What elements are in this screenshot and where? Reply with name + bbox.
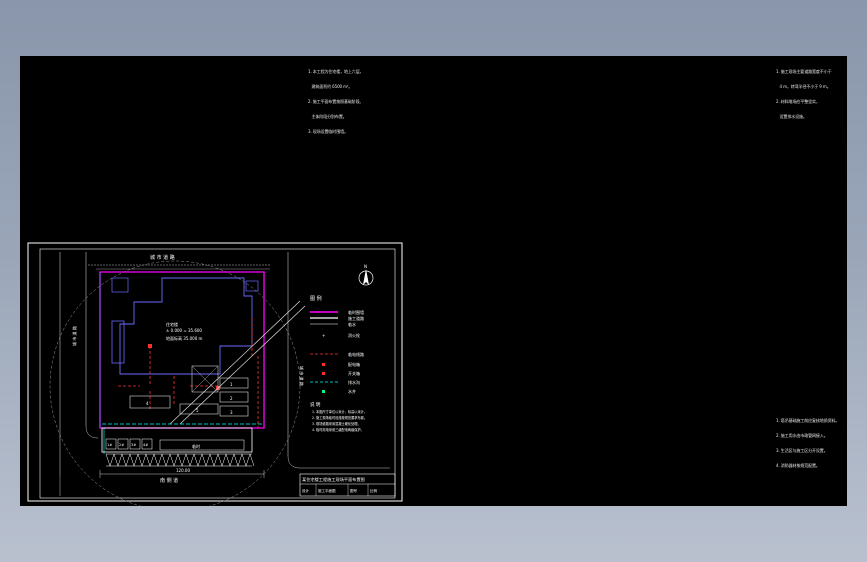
legend-item-1: 临时围墙 (348, 309, 364, 315)
title-cell-3: 图号 (350, 488, 358, 493)
facility-label-2: 2# (119, 443, 124, 447)
north-arrow-icon: N (358, 264, 374, 286)
svg-text:+: + (322, 333, 325, 338)
building-outline (119, 277, 253, 375)
notes-bottom-right: 1. 塔吊基础施工前应复核地质资料。 2. 施工用水由市政管网接入。 3. 生活… (776, 408, 839, 478)
note-line: 4 m，转弯半径不小于 9 m。 (776, 84, 831, 89)
title-block: 某住宅楼工程施工现场平面布置图 设计 施工平面图 图号 比例 (299, 473, 396, 497)
legend-item-2: 施工道路 (348, 315, 364, 321)
note-1: 1. 本图尺寸单位以米计，标高以米计。 (312, 409, 367, 414)
legend-item-7: 开关箱 (348, 370, 360, 376)
title-cell-4: 比例 (370, 488, 378, 493)
legend-item-5: 临电线路 (348, 351, 364, 357)
notes-title: 说 明 (310, 401, 321, 408)
yard-label-5: 5 (196, 408, 199, 413)
title-project: 某住宅楼工程施工现场平面布置图 (302, 476, 365, 483)
note-line: 2. 材料堆场应平整坚实， (776, 99, 820, 104)
building-elevation: ± 0.000 = 35.600 (166, 328, 202, 333)
note-3: 3. 现场道路采用混凝土硬化处理。 (312, 421, 361, 426)
yard-label-3: 3 (230, 410, 233, 415)
left-road-label: 城 市 道 路 (71, 326, 77, 346)
notes-top-right: 1. 施工现场主要道路宽度不小于 4 m，转弯半径不小于 9 m。 2. 材料堆… (776, 59, 832, 129)
note-line: 设置排水设施。 (776, 114, 807, 119)
title-cell-2: 施工平面图 (318, 488, 336, 493)
legend-title: 图 例 (310, 295, 322, 302)
note-line: 4. 消防器材按规范配置。 (776, 463, 820, 468)
legend-item-4: 消火栓 (348, 332, 360, 338)
building-label: 住宅楼 (166, 321, 178, 327)
note-line: 2. 施工平面布置按照基础阶段、 (308, 99, 364, 104)
yard-label-1: 1 (230, 382, 233, 387)
top-road-label: 城 市 道 路 (150, 254, 175, 261)
yard-label-2: 2 (230, 396, 233, 401)
note-line: 1. 塔吊基础施工前应复核地质资料。 (776, 418, 840, 423)
note-line: 3. 生活区与施工区分开设置。 (776, 448, 828, 453)
right-road-label: 城 市 道 路 (299, 366, 305, 386)
cad-drawing: 城 市 道 路 南 侧 道 城 市 道 路 城 市 道 路 住宅楼 ± 0.00… (27, 242, 403, 506)
note-line: 1. 施工现场主要道路宽度不小于 (776, 69, 832, 74)
note-line: 1. 本工程为住宅楼，地上六层， (308, 69, 364, 74)
crane-radius (49, 260, 301, 506)
compass-label: N (364, 264, 367, 269)
note-line: 3. 现场设置临时围墙。 (308, 129, 348, 134)
legend-item-3: 临水 (348, 321, 356, 327)
site-fence (99, 271, 265, 429)
yard-label-4: 4 (146, 401, 149, 406)
ground-elevation: 地面标高 35.000 m (166, 335, 203, 341)
shed-label: 临时 (192, 443, 200, 449)
notes-top-left: 1. 本工程为住宅楼，地上六层， 建筑面积约 6500 m²。 2. 施工平面布… (308, 59, 364, 144)
legend-item-9: 水井 (348, 388, 356, 394)
note-line: 2. 施工用水由市政管网接入。 (776, 433, 828, 438)
note-line: 主体阶段分别布置。 (308, 114, 347, 119)
note-4: 4. 临时用电采用三级配电两级保护。 (312, 427, 364, 432)
title-cell-1: 设计 (302, 488, 310, 493)
sheet-inner-frame (39, 248, 396, 499)
facility-label-1: 1# (107, 443, 112, 447)
facility-label-4: 4# (143, 443, 148, 447)
legend: 图 例 + 临时围墙 施工道路 临水 消火栓 临电线路 配电箱 开关箱 排水沟 … (310, 295, 367, 432)
bottom-dimension: 120.00 (176, 468, 190, 473)
note-2: 2. 施工现场临时设施按规范要求布置。 (312, 415, 367, 420)
bottom-road-label: 南 侧 道 (160, 477, 178, 484)
legend-item-8: 排水沟 (348, 379, 360, 385)
legend-item-6: 配电箱 (348, 361, 360, 367)
drawing-viewport[interactable]: 城 市 道 路 南 侧 道 城 市 道 路 城 市 道 路 住宅楼 ± 0.00… (20, 56, 847, 506)
note-line: 建筑面积约 6500 m²。 (308, 84, 353, 89)
facility-label-3: 3# (131, 443, 136, 447)
